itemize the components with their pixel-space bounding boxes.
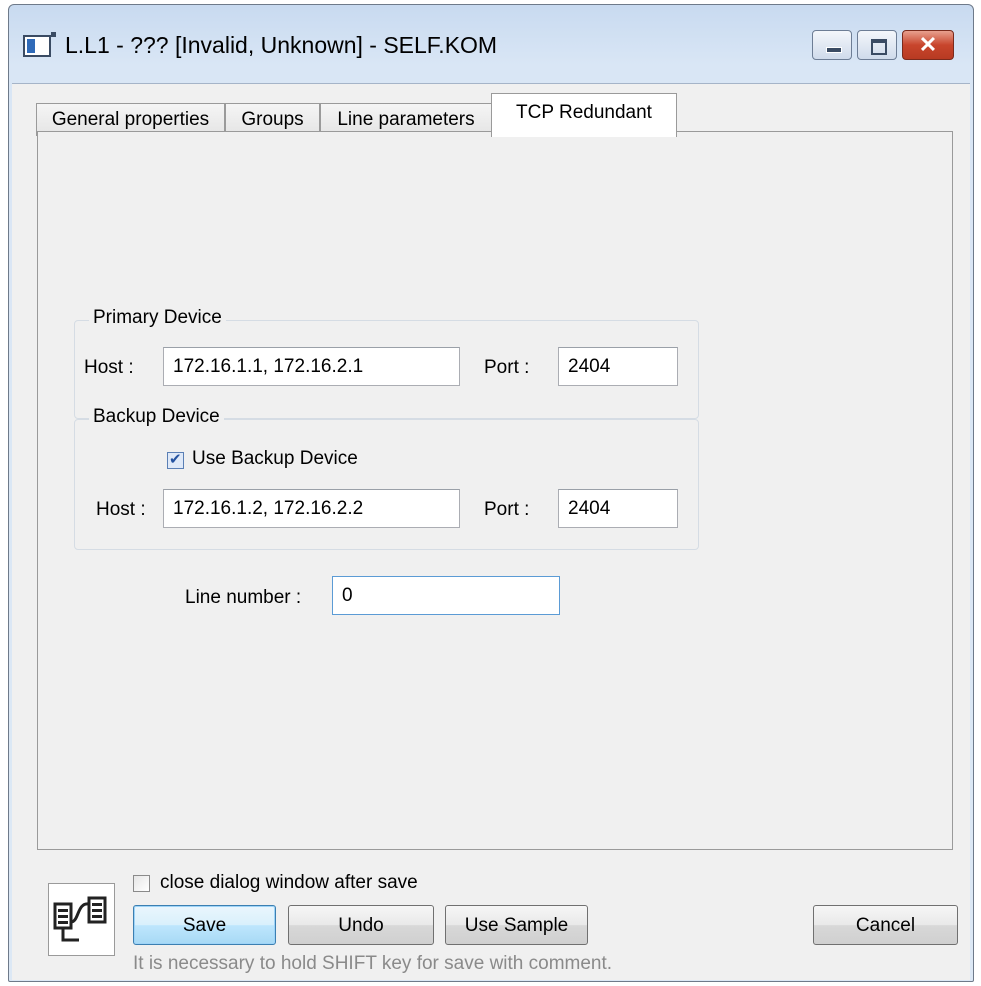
use-backup-label[interactable]: Use Backup Device [192, 448, 358, 470]
minimize-icon [826, 47, 842, 53]
dialog-window: L.L1 - ??? [Invalid, Unknown] - SELF.KOM… [8, 4, 974, 982]
primary-device-group: Primary Device Host : Port : [74, 307, 699, 419]
cancel-button[interactable]: Cancel [813, 905, 958, 945]
communication-icon [48, 883, 115, 956]
close-after-save-checkbox[interactable] [133, 875, 150, 892]
tab-panel-tcp-redundant: Primary Device Host : Port : Backup Devi… [37, 131, 953, 850]
backup-device-group: Backup Device Use Backup Device Host : P… [74, 406, 699, 550]
line-number-label: Line number : [185, 587, 302, 608]
primary-device-legend: Primary Device [89, 307, 226, 329]
title-bar[interactable]: L.L1 - ??? [Invalid, Unknown] - SELF.KOM… [9, 5, 973, 85]
tab-tcp-redundant[interactable]: TCP Redundant [491, 93, 677, 137]
maximize-icon [871, 39, 887, 55]
close-after-save-label[interactable]: close dialog window after save [160, 872, 418, 894]
primary-port-label: Port : [484, 357, 530, 378]
backup-port-label: Port : [484, 499, 530, 520]
backup-host-label: Host : [96, 499, 146, 520]
use-backup-checkbox[interactable] [167, 450, 184, 469]
close-button[interactable]: ✕ [902, 30, 954, 60]
minimize-button[interactable] [812, 30, 852, 60]
line-number-input[interactable] [332, 576, 560, 615]
communication-icon-graphic [53, 896, 107, 942]
maximize-button[interactable] [857, 30, 897, 60]
save-hint-text: It is necessary to hold SHIFT key for sa… [133, 953, 613, 974]
undo-button[interactable]: Undo [288, 905, 434, 945]
close-icon: ✕ [918, 32, 938, 57]
app-icon [23, 32, 56, 57]
save-button[interactable]: Save [133, 905, 276, 945]
window-title: L.L1 - ??? [Invalid, Unknown] - SELF.KOM [65, 32, 498, 58]
dialog-body: General properties Groups Line parameter… [12, 83, 970, 980]
primary-host-label: Host : [84, 357, 134, 378]
primary-host-input[interactable] [163, 347, 460, 386]
backup-host-input[interactable] [163, 489, 460, 528]
backup-port-input[interactable] [558, 489, 678, 528]
backup-device-legend: Backup Device [89, 406, 224, 428]
primary-port-input[interactable] [558, 347, 678, 386]
use-sample-button[interactable]: Use Sample [445, 905, 588, 945]
